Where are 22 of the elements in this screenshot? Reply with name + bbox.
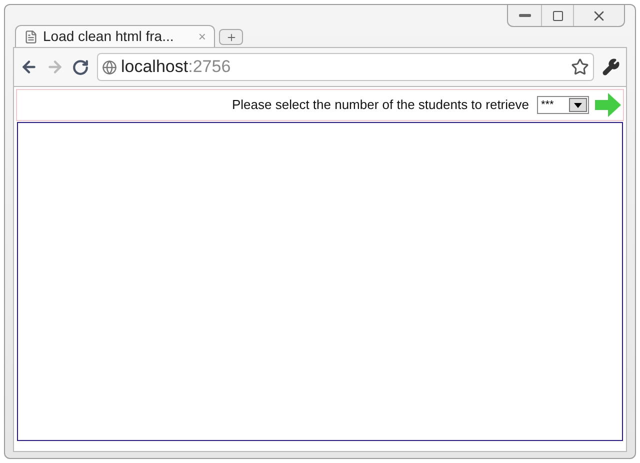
minimize-icon (518, 14, 530, 17)
globe-icon (102, 60, 117, 74)
back-button[interactable] (20, 58, 38, 76)
url-text: localhost:2756 (121, 56, 231, 78)
count-select[interactable]: *** (537, 96, 589, 114)
select-value: *** (540, 100, 554, 110)
plus-icon (226, 32, 236, 42)
page-icon (24, 30, 38, 44)
browser-tab[interactable]: Load clean html fra... × (15, 25, 215, 47)
reload-button[interactable] (72, 58, 89, 76)
address-bar[interactable]: localhost:2756 (97, 53, 594, 81)
prompt-text: Please select the number of the students to retrieve (232, 96, 529, 114)
reload-icon (72, 58, 89, 76)
bookmark-star-icon[interactable] (571, 58, 589, 76)
forward-icon (46, 58, 64, 76)
back-icon (20, 58, 38, 76)
settings-button[interactable] (602, 58, 620, 76)
dropdown-caret-icon (569, 98, 587, 112)
new-tab-button[interactable] (219, 29, 243, 45)
wrench-icon (602, 58, 620, 76)
tab-title: Load clean html fra... (43, 27, 175, 46)
maximize-icon (552, 10, 564, 22)
